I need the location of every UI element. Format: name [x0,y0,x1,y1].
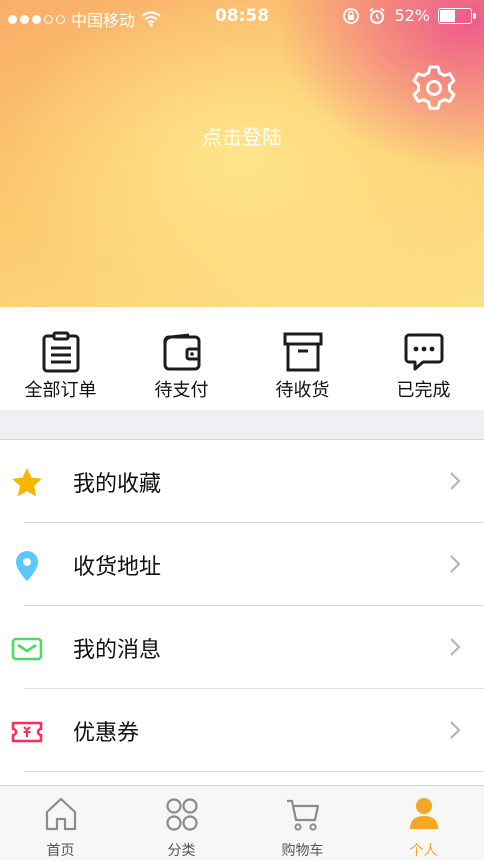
chevron-right-icon [450,555,461,573]
order-shortcuts: 全部订单 待支付 待收货 已完成 [0,307,484,410]
order-completed-button[interactable]: 已完成 [363,307,484,410]
order-all-button[interactable]: 全部订单 [0,307,121,410]
tab-category[interactable]: 分类 [121,786,242,860]
chevron-right-icon [450,721,461,739]
menu-item-favorites[interactable]: 我的收藏 [0,440,484,523]
menu-item-label: 优惠券 [73,721,140,746]
location-pin-icon [16,551,38,581]
menu-item-coupons[interactable]: 优惠券 [0,689,484,772]
alarm-icon [369,7,386,24]
status-bar: 中国移动 08:58 52% [0,0,484,34]
order-completed-label: 已完成 [396,380,451,401]
star-icon [12,468,42,497]
ticket-icon [11,721,43,743]
chat-bubble-icon [404,333,444,371]
grid-icon [166,798,198,831]
battery-icon [438,7,476,24]
wallet-icon [163,333,201,371]
order-all-label: 全部订单 [24,380,97,401]
tab-cart-label: 购物车 [281,843,324,859]
chevron-right-icon [450,638,461,656]
person-icon [410,798,438,829]
clipboard-icon [42,331,80,373]
envelope-icon [11,637,43,661]
tab-profile[interactable]: 个人 [363,786,484,860]
order-pending-delivery-label: 待收货 [275,380,330,401]
order-pending-delivery-button[interactable]: 待收货 [242,307,363,410]
menu-item-label: 我的消息 [73,638,162,663]
tab-category-label: 分类 [167,843,196,859]
section-divider [0,410,484,440]
divider [24,771,484,772]
menu-item-messages[interactable]: 我的消息 [0,606,484,689]
tab-home-label: 首页 [46,843,75,859]
menu-item-label: 收货地址 [73,555,162,580]
tab-profile-label: 个人 [409,843,438,859]
tab-cart[interactable]: 购物车 [242,786,363,860]
rotation-lock-icon [343,7,360,24]
menu-item-addresses[interactable]: 收货地址 [0,523,484,606]
box-icon [283,332,323,372]
chevron-right-icon [450,472,461,490]
home-icon [45,797,77,831]
menu-item-label: 我的收藏 [73,472,162,497]
tab-home[interactable]: 首页 [0,786,121,860]
tab-bar: 首页 分类 购物车 个人 [0,785,484,860]
gear-icon[interactable] [410,64,458,112]
cart-icon [287,799,320,831]
profile-header: 中国移动 08:58 52% 点击登陆 [0,0,484,307]
order-pending-payment-button[interactable]: 待支付 [121,307,242,410]
login-link[interactable]: 点击登陆 [0,121,484,150]
order-pending-payment-label: 待支付 [154,380,209,401]
battery-percent: 52% [394,6,430,25]
